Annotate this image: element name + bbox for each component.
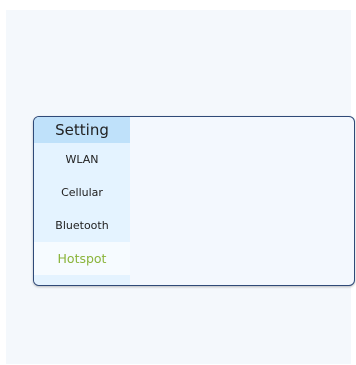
menu-item-wlan[interactable]: WLAN xyxy=(34,143,130,176)
screen-background: Setting WLAN Cellular Bluetooth Hotspot xyxy=(6,10,355,364)
settings-panel: Setting WLAN Cellular Bluetooth Hotspot xyxy=(33,116,355,286)
menu-item-hotspot[interactable]: Hotspot xyxy=(34,242,130,275)
settings-sidebar: Setting WLAN Cellular Bluetooth Hotspot xyxy=(34,117,130,285)
menu-item-cellular[interactable]: Cellular xyxy=(34,176,130,209)
menu-item-bluetooth[interactable]: Bluetooth xyxy=(34,209,130,242)
settings-menu: WLAN Cellular Bluetooth Hotspot xyxy=(34,143,130,275)
sidebar-title: Setting xyxy=(34,117,130,143)
